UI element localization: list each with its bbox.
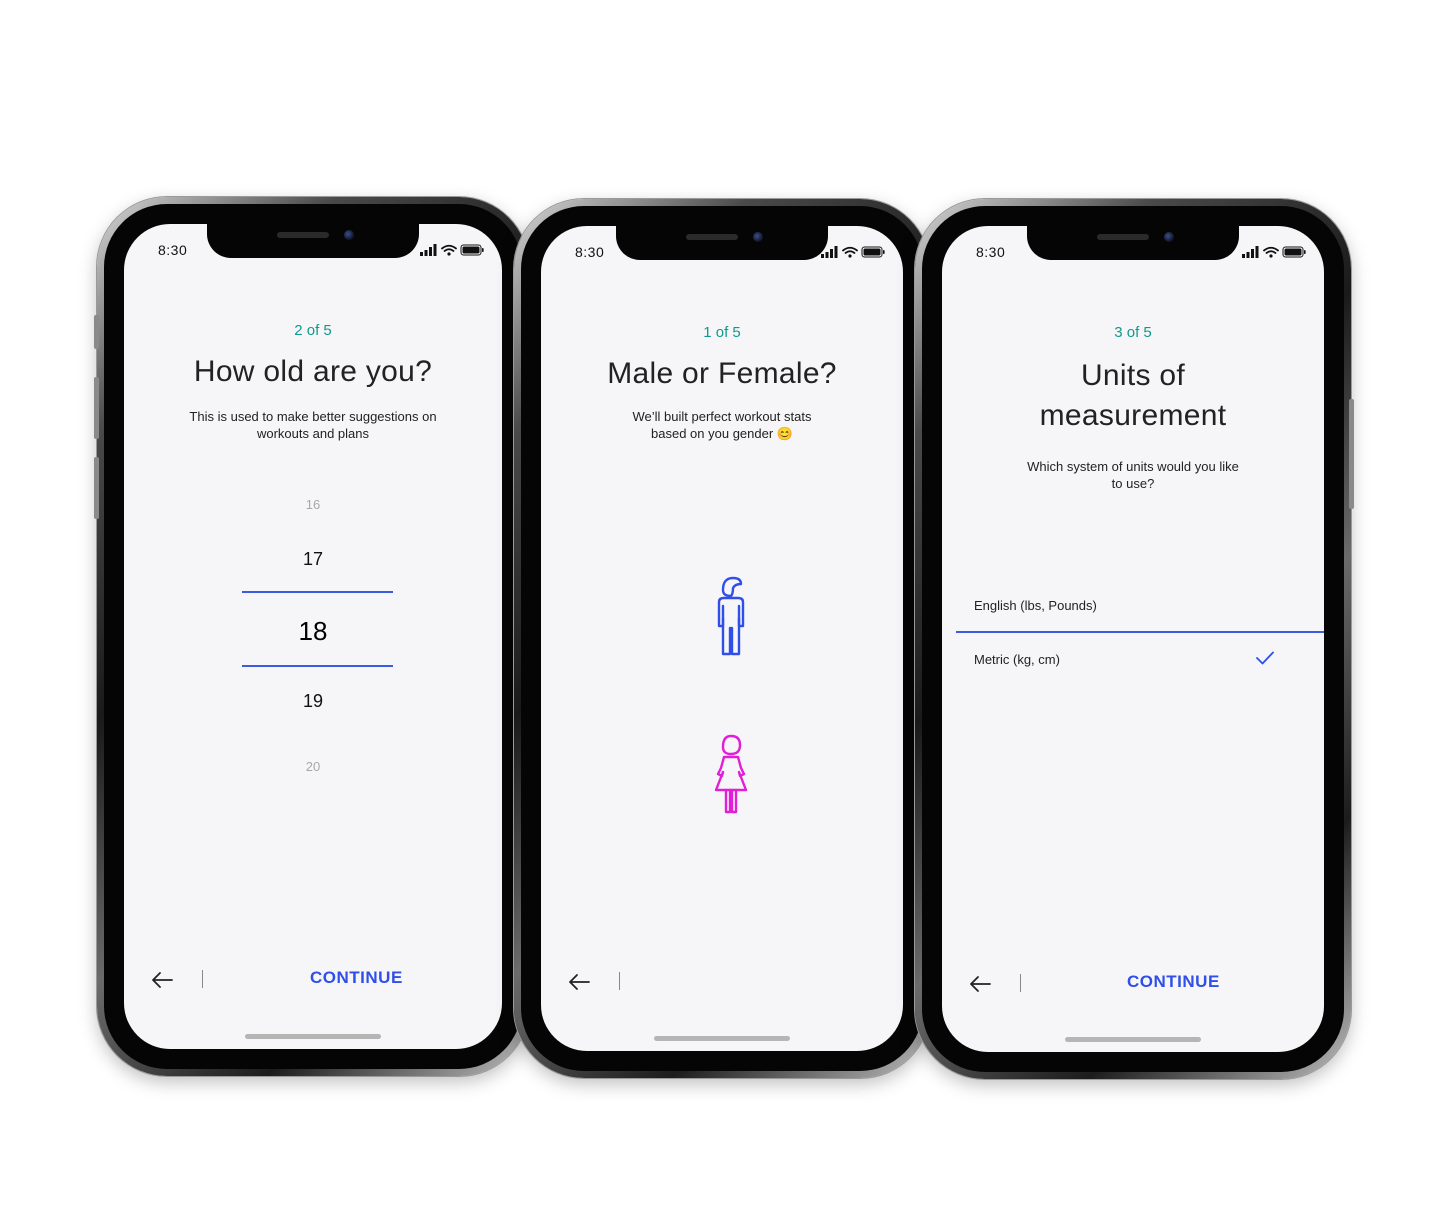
unit-option-metric[interactable]: Metric (kg, cm) [974, 652, 1060, 667]
age-option-selected[interactable]: 18 [124, 616, 502, 647]
speaker [277, 232, 329, 238]
side-button [94, 315, 99, 349]
age-option[interactable]: 19 [124, 691, 502, 712]
subtitle: This is used to make better suggestions … [124, 408, 502, 442]
wifi-dot [848, 254, 852, 258]
subtitle-line: workouts and plans [256, 426, 369, 441]
notch [616, 226, 828, 260]
wifi-icon [842, 246, 858, 254]
phone-bezel: 8:30 3 of 5 Units of measurement Which s… [922, 206, 1344, 1072]
subtitle-line: based on you gender 😊 [651, 426, 793, 441]
bottom-bar [541, 970, 903, 1000]
status-time: 8:30 [158, 242, 188, 258]
subtitle-line: We’ll built perfect workout stats [632, 409, 812, 424]
front-camera [753, 232, 763, 242]
title-line: measurement [1039, 399, 1227, 432]
page-title: How old are you? [193, 355, 433, 388]
status-icons [420, 244, 484, 256]
side-button [1349, 399, 1354, 509]
phone-bezel: 8:30 1 of 5 Male or Female? We’ll built [521, 206, 923, 1071]
continue-button[interactable]: CONTINUE [1127, 972, 1220, 992]
speaker [1097, 234, 1149, 240]
side-button [94, 457, 99, 519]
wifi-dot [1269, 254, 1273, 258]
front-camera [1164, 232, 1174, 242]
male-figure-icon[interactable] [711, 576, 751, 658]
screen: 8:30 2 of 5 How old are you? This is use [124, 224, 502, 1049]
side-button [94, 377, 99, 439]
phone-gender-screen: 8:30 1 of 5 Male or Female? We’ll built [514, 199, 933, 1078]
back-arrow-icon[interactable] [968, 974, 992, 994]
status-time: 8:30 [575, 244, 605, 260]
bottom-bar: CONTINUE [942, 972, 1324, 1002]
home-indicator[interactable] [245, 1034, 381, 1039]
unit-option-english[interactable]: English (lbs, Pounds) [974, 598, 1097, 613]
phone-bezel: 8:30 2 of 5 How old are you? This is use [104, 204, 522, 1069]
back-arrow-icon[interactable] [567, 972, 591, 992]
notch [207, 224, 419, 258]
phone-units-screen: 8:30 3 of 5 Units of measurement Which s… [915, 199, 1354, 1079]
battery-icon [861, 246, 885, 258]
bottom-divider [202, 970, 203, 988]
bottom-divider [1020, 974, 1021, 992]
page-title: Units of measurement [942, 356, 1324, 436]
subtitle: We’ll built perfect workout stats based … [541, 408, 903, 442]
signal-icon [420, 244, 437, 256]
back-arrow-icon[interactable] [150, 970, 174, 990]
age-option[interactable]: 17 [124, 549, 502, 570]
bottom-divider [619, 972, 620, 990]
signal-icon [1242, 246, 1259, 258]
screen: 8:30 3 of 5 Units of measurement Which s… [942, 226, 1324, 1052]
status-icons [821, 246, 885, 258]
bottom-bar: CONTINUE [124, 968, 502, 998]
status-icons [1242, 246, 1306, 258]
step-indicator: 1 of 5 [703, 324, 741, 341]
phone-age-screen: 8:30 2 of 5 How old are you? This is use [94, 197, 529, 1076]
picker-top-line [242, 591, 393, 593]
speaker [686, 234, 738, 240]
screen: 8:30 1 of 5 Male or Female? We’ll built [541, 226, 903, 1051]
step-indicator: 2 of 5 [294, 322, 332, 339]
home-indicator[interactable] [654, 1036, 790, 1041]
home-indicator[interactable] [1065, 1037, 1201, 1042]
status-time: 8:30 [976, 244, 1006, 260]
title-line: Units of [1080, 359, 1186, 392]
notch [1027, 226, 1239, 260]
age-option[interactable]: 20 [124, 759, 502, 774]
battery-icon [1282, 246, 1306, 258]
step-indicator: 3 of 5 [1114, 324, 1152, 341]
subtitle: Which system of units would you like to … [942, 458, 1324, 492]
front-camera [344, 230, 354, 240]
picker-bottom-line [242, 665, 393, 667]
female-figure-icon[interactable] [709, 734, 753, 816]
page-title: Male or Female? [607, 357, 837, 390]
wifi-dot [447, 252, 451, 256]
check-icon [1256, 651, 1274, 665]
age-option[interactable]: 16 [124, 497, 502, 512]
subtitle-line: This is used to make better suggestions … [189, 409, 437, 424]
subtitle-line: Which system of units would you like [1027, 459, 1239, 474]
wifi-icon [1263, 246, 1279, 254]
wifi-icon [441, 244, 457, 252]
option-divider [956, 631, 1324, 633]
battery-icon [460, 244, 484, 256]
continue-button[interactable]: CONTINUE [310, 968, 403, 988]
signal-icon [821, 246, 838, 258]
subtitle-line: to use? [1111, 476, 1155, 491]
